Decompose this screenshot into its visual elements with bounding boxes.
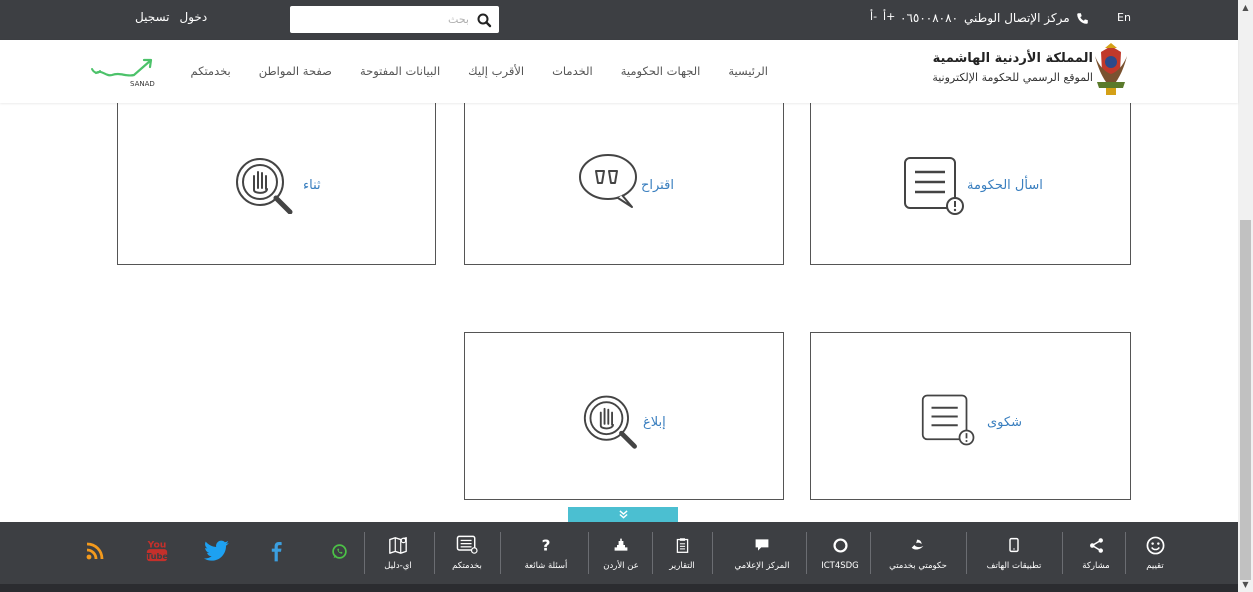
- footer-rate-label: تقييم: [1146, 561, 1164, 571]
- search-input[interactable]: [299, 10, 469, 29]
- facebook-icon[interactable]: [262, 536, 292, 566]
- footer-at-your-service-label: بخدمتكم: [452, 561, 482, 571]
- footer-reports-label: التقارير: [669, 561, 695, 571]
- scrollbar[interactable]: ▲ ▼: [1238, 0, 1253, 592]
- mobile-icon: [1009, 537, 1019, 553]
- footer-about-jordan[interactable]: عن الأردن: [596, 522, 646, 584]
- call-center-label: مركز الإتصال الوطني: [964, 11, 1070, 25]
- scrollbar-thumb[interactable]: [1240, 220, 1251, 580]
- footer-eguide[interactable]: اي-دليل: [370, 522, 426, 584]
- footer-at-your-service[interactable]: بخدمتكم: [442, 522, 492, 584]
- nav-open-data[interactable]: البيانات المفتوحة: [360, 64, 440, 78]
- register-link[interactable]: تسجيل: [135, 10, 170, 24]
- card-label-ask-government: اسأل الحكومة: [967, 178, 1043, 193]
- footer-share[interactable]: مشاركة: [1074, 522, 1118, 584]
- card-label-complaint: شكوى: [987, 415, 1022, 430]
- youtube-icon[interactable]: You Tube: [142, 536, 172, 566]
- whatsapp-icon[interactable]: [324, 536, 354, 566]
- footer-eguide-label: اي-دليل: [384, 561, 412, 571]
- footer-ict4sdg-label: ICT4SDG: [821, 561, 859, 571]
- list-form-icon: [904, 157, 964, 215]
- jordan-emblem-logo[interactable]: [1093, 42, 1129, 100]
- top-bar: دخول تسجيل أ- أ+ مركز الإتصال الوطني ٠٦٥…: [0, 0, 1238, 40]
- font-size-controls: أ- أ+: [870, 10, 895, 23]
- card-label-suggestion: اقتراح: [641, 178, 674, 193]
- footer-reports[interactable]: التقارير: [658, 522, 706, 584]
- card-label-praise: ثناء: [303, 178, 321, 193]
- question-icon: ?: [542, 537, 551, 554]
- card-report[interactable]: إبلاغ: [464, 332, 784, 500]
- footer-share-label: مشاركة: [1082, 561, 1110, 571]
- footer-faq[interactable]: ? أسئلة شائعة: [510, 522, 582, 584]
- footer-ict4sdg[interactable]: ICT4SDG: [812, 522, 868, 584]
- twitter-icon[interactable]: [202, 536, 232, 566]
- font-increase-button[interactable]: أ+: [883, 10, 895, 23]
- rss-icon[interactable]: [80, 536, 110, 566]
- document-icon: [676, 537, 688, 553]
- search-box: [290, 6, 499, 33]
- form-icon: [456, 535, 478, 554]
- nav-at-your-service[interactable]: بخدمتكم: [190, 64, 230, 78]
- footer-hukumati[interactable]: حكومتي بخدمتي: [876, 522, 960, 584]
- phone-icon: [1076, 12, 1088, 24]
- call-center-number[interactable]: ٠٦٥٠٠٨٠٨٠: [900, 11, 958, 25]
- map-icon: [389, 537, 407, 554]
- main-nav: الرئيسية الجهات الحكومية الخدمات الأقرب …: [190, 64, 768, 78]
- nav-home[interactable]: الرئيسية: [728, 64, 768, 78]
- brand-title[interactable]: المملكة الأردنية الهاشمية: [933, 51, 1093, 66]
- nav-government-entities[interactable]: الجهات الحكومية: [621, 64, 701, 78]
- login-link[interactable]: دخول: [180, 10, 208, 24]
- circle-icon: [832, 537, 848, 553]
- auth-links: دخول تسجيل: [135, 10, 207, 24]
- language-switch[interactable]: En: [1117, 11, 1131, 24]
- card-ask-government[interactable]: اسأل الحكومة: [810, 95, 1131, 265]
- card-suggestion[interactable]: اقتراح: [464, 95, 784, 265]
- svg-text:Tube: Tube: [146, 551, 169, 561]
- scroll-up-icon[interactable]: ▲: [1241, 3, 1250, 12]
- chat-icon: [755, 539, 769, 551]
- svg-text:?: ?: [542, 537, 551, 554]
- footer-mobile-apps-label: تطبيقات الهاتف: [986, 561, 1042, 571]
- landmark-icon: [614, 538, 628, 551]
- quote-bubble-icon: [579, 154, 637, 208]
- search-icon[interactable]: [476, 12, 492, 28]
- smiley-icon: [1146, 536, 1164, 554]
- site-header: المملكة الأردنية الهاشمية الموقع الرسمي …: [0, 40, 1238, 103]
- footer-media-center[interactable]: المركز الإعلامي: [722, 522, 802, 584]
- font-decrease-button[interactable]: أ-: [870, 10, 877, 23]
- svg-text:You: You: [147, 539, 167, 550]
- svg-text:SANAD: SANAD: [130, 80, 155, 88]
- card-label-report: إبلاغ: [643, 415, 666, 430]
- footer-faq-label: أسئلة شائعة: [524, 561, 568, 571]
- card-complaint[interactable]: شكوى: [810, 332, 1131, 500]
- hukumati-logo-icon: [911, 539, 924, 550]
- brand-subtitle: الموقع الرسمي للحكومة الإلكترونية: [932, 71, 1093, 84]
- hand-magnifier-icon: [236, 158, 293, 214]
- call-center: مركز الإتصال الوطني ٠٦٥٠٠٨٠٨٠: [900, 11, 1089, 25]
- card-praise[interactable]: ثناء: [117, 95, 436, 265]
- footer-rate[interactable]: تقييم: [1133, 522, 1177, 584]
- nav-citizen-page[interactable]: صفحة المواطن: [259, 64, 332, 78]
- sanad-logo[interactable]: SANAD: [90, 55, 165, 89]
- hand-magnifier-icon: [583, 395, 637, 449]
- scroll-down-icon[interactable]: ▼: [1241, 580, 1250, 589]
- footer-about-jordan-label: عن الأردن: [603, 561, 639, 571]
- list-form-icon: [921, 394, 975, 446]
- footer-toolbar: تقييم مشاركة تطبيقات الهاتف حكومتي بخدمت…: [0, 522, 1238, 584]
- footer-media-center-label: المركز الإعلامي: [734, 561, 790, 571]
- nav-nearest-to-you[interactable]: الأقرب إليك: [468, 64, 524, 78]
- double-chevron-down-icon: [618, 510, 628, 519]
- footer-bottom-strip: [0, 584, 1238, 592]
- nav-services[interactable]: الخدمات: [552, 64, 593, 78]
- footer-mobile-apps[interactable]: تطبيقات الهاتف: [972, 522, 1056, 584]
- share-icon: [1089, 537, 1103, 553]
- footer-hukumati-label: حكومتي بخدمتي: [889, 561, 947, 571]
